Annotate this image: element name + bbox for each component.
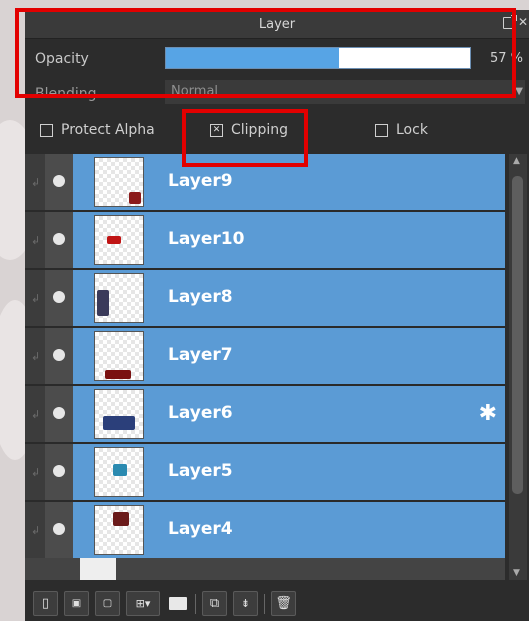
close-icon[interactable]: ✕ [518, 15, 528, 29]
layer-panel: Layer ✕ Opacity 57 % Blending Normal ▼ P… [25, 10, 529, 621]
clipping-indicator: ↲ [25, 212, 45, 268]
visibility-toggle[interactable] [45, 328, 73, 384]
add-layer-dropdown-icon: ⊞▾ [135, 597, 151, 610]
layer-thumbnail [94, 157, 144, 207]
layer-thumbnail [94, 505, 144, 555]
gear-icon[interactable]: ✱ [479, 401, 497, 426]
new-8bit-layer-icon: ▣ [71, 598, 82, 609]
layer-row[interactable]: ↲ Layer8 [25, 270, 505, 328]
layer-name: Layer7 [168, 345, 233, 365]
clip-arrow-icon: ↲ [31, 176, 41, 189]
folder-icon [168, 597, 187, 610]
scrollbar-thumb[interactable] [512, 176, 523, 494]
new-1bit-layer-button[interactable]: ▢ [95, 591, 120, 616]
lock-label: Lock [396, 122, 428, 138]
duplicate-layer-button[interactable]: ⧉ [202, 591, 227, 616]
clip-arrow-icon: ↲ [31, 234, 41, 247]
clipping-indicator: ↲ [25, 328, 45, 384]
new-layer-icon: ▯ [41, 596, 50, 611]
clipping-indicator: ↲ [25, 502, 45, 558]
layer-list: ↲ Layer9 ↲ Layer10 ↲ Layer8 ↲ Layer7 ↲ L… [25, 154, 505, 584]
merge-layer-icon: ⇟ [240, 597, 251, 610]
new-folder-button[interactable] [166, 592, 189, 615]
clip-arrow-icon: ↲ [31, 292, 41, 305]
layer-name: Layer4 [168, 519, 233, 539]
layer-row[interactable]: ↲ Layer6 ✱ [25, 386, 505, 444]
delete-layer-button[interactable]: 🗑 [271, 591, 296, 616]
scroll-down-icon[interactable]: ▼ [513, 568, 520, 578]
highlight-box-clipping [182, 109, 308, 167]
layer-name: Layer10 [168, 229, 245, 249]
layer-thumbnail [94, 331, 144, 381]
highlight-box-opacity [15, 8, 516, 98]
visibility-icon [53, 175, 65, 187]
checkbox-icon [375, 123, 388, 137]
clip-arrow-icon: ↲ [31, 350, 41, 363]
visibility-icon [53, 349, 65, 361]
toolbar-divider [195, 593, 196, 614]
layer-row[interactable]: ↲ Layer5 [25, 444, 505, 502]
layer-thumbnail [94, 273, 144, 323]
clip-arrow-icon: ↲ [31, 408, 41, 421]
clipping-indicator: ↲ [25, 154, 45, 210]
add-layer-dropdown-button[interactable]: ⊞▾ [126, 591, 160, 616]
layer-name: Layer6 [168, 403, 233, 423]
layer-thumbnail [80, 558, 116, 580]
layer-name: Layer9 [168, 171, 233, 191]
layer-toolbar: ▯ ▣ ▢ ⊞▾ ⧉ ⇟ 🗑 [25, 586, 529, 621]
visibility-icon [53, 465, 65, 477]
chevron-down-icon: ▼ [515, 86, 523, 97]
duplicate-layer-icon: ⧉ [209, 596, 220, 611]
protect-alpha-label: Protect Alpha [61, 122, 155, 138]
visibility-toggle[interactable] [45, 212, 73, 268]
merge-layer-button[interactable]: ⇟ [233, 591, 258, 616]
new-8bit-layer-button[interactable]: ▣ [64, 591, 89, 616]
layer-row[interactable]: ↲ Layer7 [25, 328, 505, 386]
scroll-up-icon[interactable]: ▲ [513, 156, 520, 166]
layer-name: Layer8 [168, 287, 233, 307]
protect-alpha-checkbox[interactable]: Protect Alpha [40, 122, 155, 138]
clipping-indicator: ↲ [25, 386, 45, 442]
layer-list-scrollbar[interactable]: ▲ ▼ [509, 154, 527, 580]
clipping-indicator: ↲ [25, 270, 45, 326]
clip-arrow-icon: ↲ [31, 466, 41, 479]
visibility-toggle[interactable] [45, 386, 73, 442]
visibility-icon [53, 523, 65, 535]
toolbar-divider [264, 593, 265, 614]
clip-arrow-icon: ↲ [31, 524, 41, 537]
layer-thumbnail [94, 447, 144, 497]
visibility-icon [53, 291, 65, 303]
visibility-icon [53, 233, 65, 245]
layer-row[interactable]: ↲ Layer4 [25, 502, 505, 560]
visibility-toggle[interactable] [45, 502, 73, 558]
layer-row[interactable]: ↲ Layer10 [25, 212, 505, 270]
new-layer-button[interactable]: ▯ [33, 591, 58, 616]
new-1bit-layer-icon: ▢ [102, 598, 113, 609]
delete-layer-icon: 🗑 [275, 596, 292, 611]
layer-name: Layer5 [168, 461, 233, 481]
layer-thumbnail [94, 389, 144, 439]
visibility-icon [53, 407, 65, 419]
visibility-toggle[interactable] [45, 444, 73, 500]
lock-checkbox[interactable]: Lock [375, 122, 428, 138]
layer-thumbnail [94, 215, 144, 265]
visibility-toggle[interactable] [45, 270, 73, 326]
checkbox-icon [40, 123, 53, 137]
visibility-toggle[interactable] [45, 154, 73, 210]
clipping-indicator: ↲ [25, 444, 45, 500]
